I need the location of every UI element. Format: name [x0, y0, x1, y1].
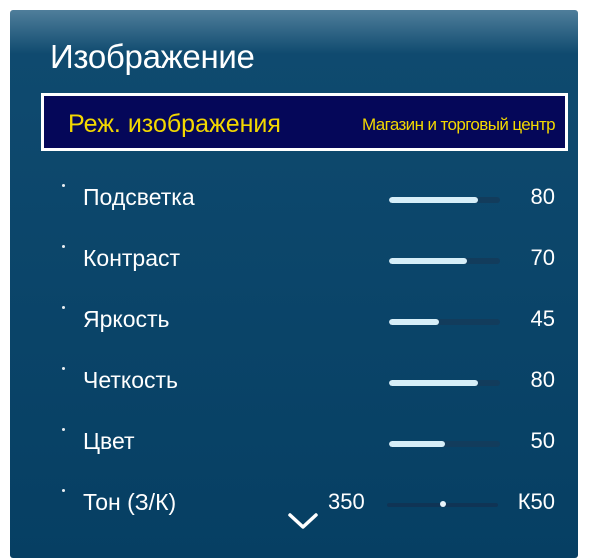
backlight-slider-fill: [389, 197, 478, 203]
tint-label: Тон (З/К): [83, 489, 177, 515]
color-slider-fill: [389, 441, 445, 447]
bullet-icon: [62, 428, 65, 431]
menu-item-color[interactable]: Цвет 50: [10, 415, 578, 465]
tint-slider-knob[interactable]: [439, 501, 446, 507]
menu-item-sharpness[interactable]: Четкость 80: [10, 354, 578, 404]
tint-slider[interactable]: [387, 501, 498, 507]
contrast-slider[interactable]: [389, 258, 500, 264]
sharpness-slider-fill: [389, 380, 478, 386]
sharpness-label: Четкость: [83, 367, 179, 393]
picture-mode-value: Магазин и торговый центр: [361, 115, 556, 134]
bullet-icon: [62, 306, 65, 309]
brightness-label: Яркость: [83, 306, 170, 332]
color-label: Цвет: [83, 428, 135, 454]
chevron-down-icon[interactable]: [285, 510, 321, 532]
backlight-label: Подсветка: [83, 184, 195, 210]
menu-item-brightness[interactable]: Яркость 45: [10, 293, 578, 343]
menu-item-contrast[interactable]: Контраст 70: [10, 232, 578, 282]
bullet-icon: [62, 367, 65, 370]
menu-title: Изображение: [50, 38, 255, 75]
contrast-value: 70: [530, 245, 555, 270]
contrast-slider-fill: [389, 258, 467, 264]
picture-menu: Изображение Реж. изображения Магазин и т…: [10, 10, 578, 558]
menu-item-backlight[interactable]: Подсветка 80: [10, 171, 578, 221]
bullet-icon: [62, 184, 65, 187]
color-value: 50: [530, 428, 555, 453]
picture-mode-item[interactable]: Реж. изображения Магазин и торговый цент…: [41, 93, 568, 151]
brightness-slider[interactable]: [389, 319, 500, 325]
tint-red-value: К50: [517, 489, 555, 514]
color-slider[interactable]: [389, 441, 500, 447]
backlight-slider[interactable]: [389, 197, 500, 203]
bullet-icon: [62, 245, 65, 248]
backlight-value: 80: [530, 184, 555, 209]
brightness-value: 45: [530, 306, 555, 331]
sharpness-value: 80: [530, 367, 555, 392]
bullet-icon: [62, 489, 65, 492]
brightness-slider-fill: [389, 319, 439, 325]
picture-mode-label: Реж. изображения: [68, 110, 281, 138]
tint-green-value: 350: [328, 489, 365, 514]
contrast-label: Контраст: [83, 245, 181, 271]
sharpness-slider[interactable]: [389, 380, 500, 386]
